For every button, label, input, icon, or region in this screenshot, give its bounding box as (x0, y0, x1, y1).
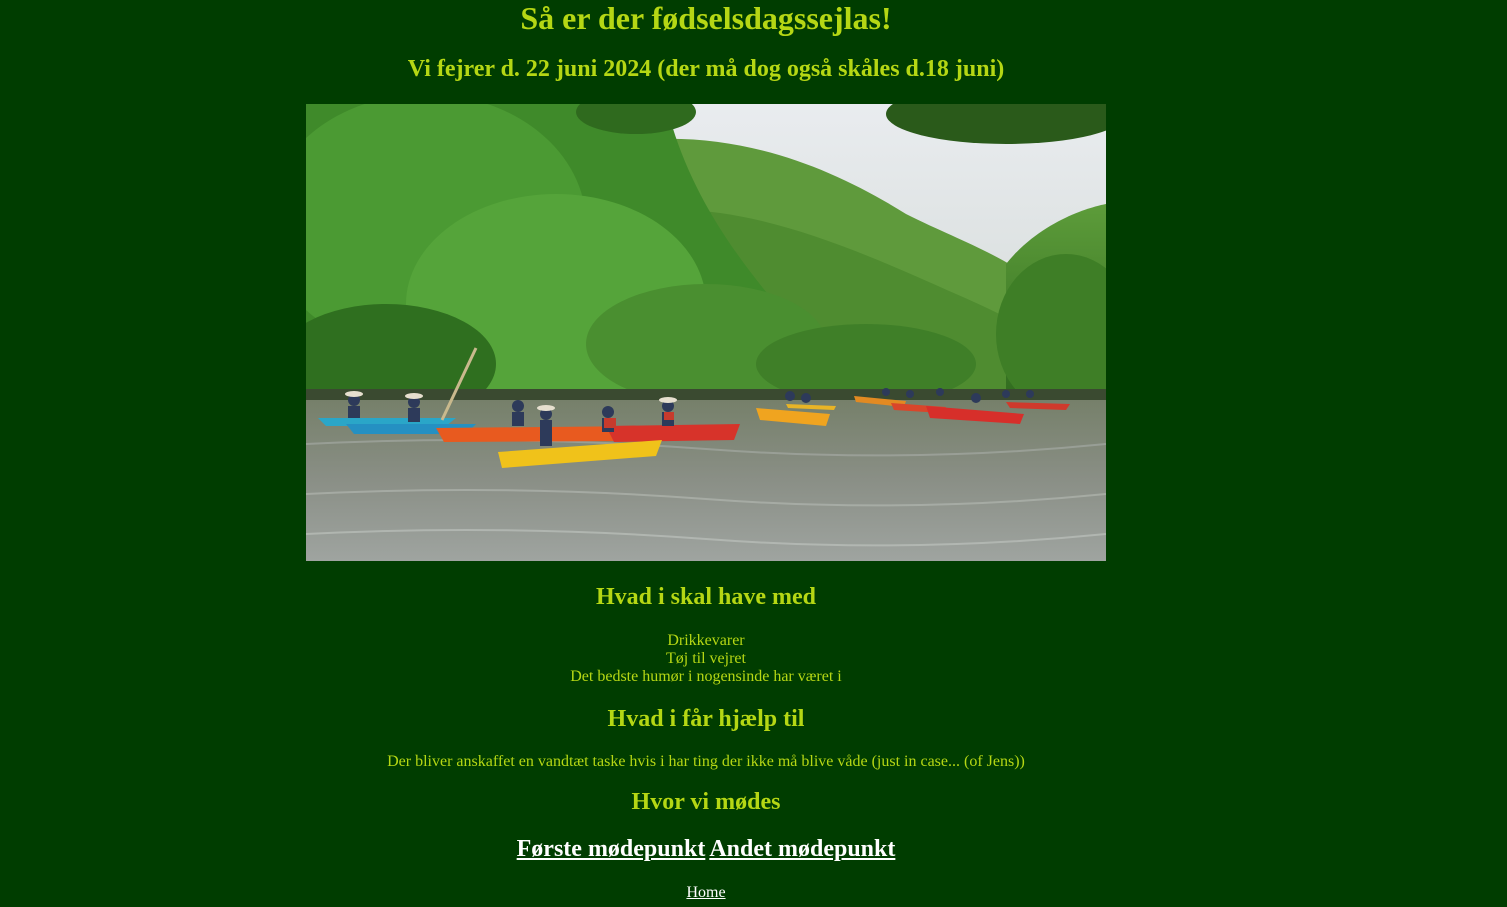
help-heading-wrap: Hvad i får hjælp til (0, 705, 1412, 733)
footer: Home (0, 884, 1412, 902)
second-meeting-point-link[interactable]: Andet mødepunkt (709, 836, 895, 862)
page-title: Så er der fødselsdagssejlas! (520, 0, 892, 36)
meet-heading-wrap: Hvor vi mødes (0, 788, 1412, 816)
bring-item: Drikkevarer (667, 632, 745, 649)
meet-links: Første mødepunkt Andet mødepunkt (0, 836, 1412, 863)
bring-list: Drikkevarer Tøj til vejret Det bedste hu… (0, 632, 1412, 686)
subtitle-wrap: Vi fejrer d. 22 juni 2024 (der må dog og… (0, 55, 1412, 83)
river-canoes-image (306, 104, 1106, 561)
meet-heading: Hvor vi mødes (631, 789, 781, 815)
bring-item: Tøj til vejret (666, 650, 746, 667)
title-wrap: Så er der fødselsdagssejlas! (0, 0, 1412, 36)
canoe-photo (306, 104, 1106, 561)
home-link[interactable]: Home (686, 884, 725, 901)
bring-heading-wrap: Hvad i skal have med (0, 583, 1412, 611)
first-meeting-point-link[interactable]: Første mødepunkt (517, 836, 706, 862)
bring-item: Det bedste humør i nogensinde har været … (570, 668, 842, 685)
help-text-wrap: Der bliver anskaffet en vandtæt taske hv… (0, 753, 1412, 771)
help-heading: Hvad i får hjælp til (607, 706, 805, 732)
page-subtitle: Vi fejrer d. 22 juni 2024 (der må dog og… (407, 56, 1005, 82)
bring-heading: Hvad i skal have med (595, 584, 817, 610)
page: Så er der fødselsdagssejlas! Vi fejrer d… (0, 0, 1412, 907)
help-text: Der bliver anskaffet en vandtæt taske hv… (387, 753, 1025, 770)
